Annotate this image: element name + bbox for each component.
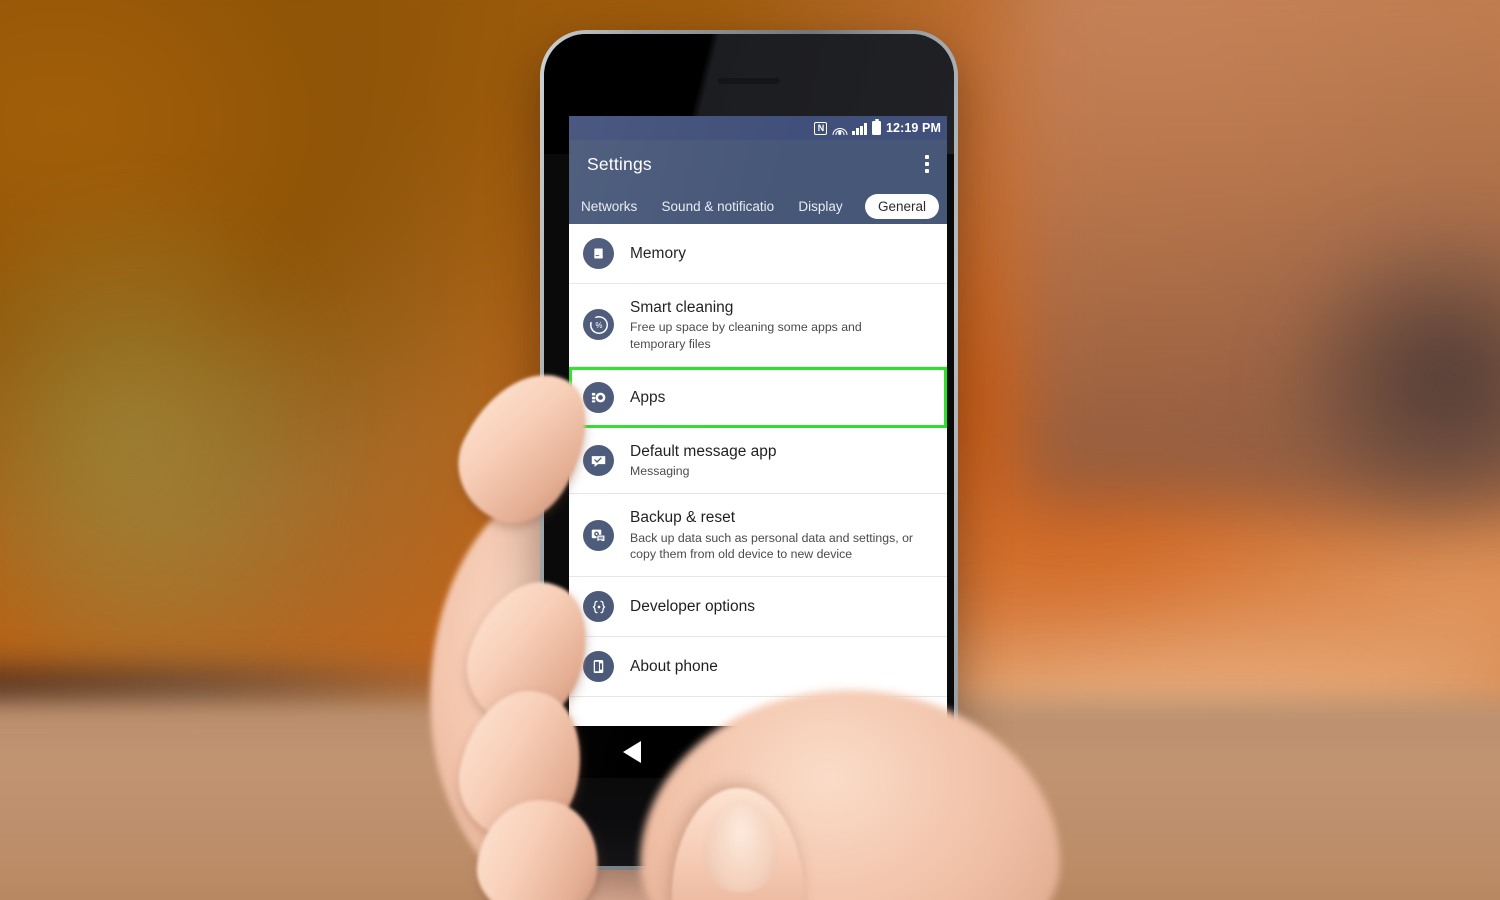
background-left-wall bbox=[0, 180, 340, 700]
scene: N 12:19 PM Settings Networks Sound & not… bbox=[0, 0, 1500, 900]
status-bar-clock: 12:19 PM bbox=[886, 121, 941, 135]
list-item-text: Developer options bbox=[630, 597, 755, 616]
list-item-about-phone[interactable]: About phone bbox=[569, 637, 947, 698]
list-item-title: Apps bbox=[630, 388, 666, 406]
list-item-text: About phone bbox=[630, 657, 718, 676]
list-item-text: Backup & reset Back up data such as pers… bbox=[630, 508, 915, 562]
apps-icon bbox=[583, 381, 614, 413]
back-triangle-icon[interactable] bbox=[597, 732, 667, 772]
memory-chip-icon bbox=[583, 238, 614, 269]
tab-networks[interactable]: Networks bbox=[579, 196, 639, 217]
tab-sound-notification[interactable]: Sound & notificatio bbox=[660, 196, 777, 217]
backup-restore-icon bbox=[583, 519, 614, 551]
status-bar: N 12:19 PM bbox=[569, 116, 947, 140]
earpiece-speaker bbox=[718, 78, 780, 84]
list-item-title: About phone bbox=[630, 658, 718, 676]
list-item-memory[interactable]: Memory bbox=[569, 224, 947, 284]
list-item-subtitle: Back up data such as personal data and s… bbox=[630, 530, 914, 561]
settings-list: Memory % Smart cleaning Free up space by… bbox=[569, 224, 947, 726]
list-item-title: Memory bbox=[630, 244, 686, 262]
list-item-text: Apps bbox=[630, 388, 665, 407]
list-item-text: Default message app Messaging bbox=[630, 442, 776, 480]
battery-icon bbox=[872, 121, 881, 135]
svg-text:%: % bbox=[595, 321, 602, 330]
phone-screen: N 12:19 PM Settings Networks Sound & not… bbox=[569, 116, 947, 778]
list-item-default-message-app[interactable]: Default message app Messaging bbox=[569, 427, 947, 495]
percent-gauge-icon: % bbox=[583, 309, 614, 341]
list-item-title: Default message app bbox=[630, 442, 777, 460]
tab-general[interactable]: General bbox=[864, 193, 939, 219]
list-item-subtitle: Messaging bbox=[630, 464, 690, 479]
page-title: Settings bbox=[587, 153, 652, 174]
list-item-smart-cleaning[interactable]: % Smart cleaning Free up space by cleani… bbox=[569, 284, 947, 367]
list-item-backup-reset[interactable]: Backup & reset Back up data such as pers… bbox=[569, 494, 947, 578]
list-item-title: Smart cleaning bbox=[630, 299, 734, 316]
list-item-apps[interactable]: Apps bbox=[569, 366, 947, 428]
curly-braces-icon bbox=[583, 591, 614, 623]
list-item-title: Backup & reset bbox=[630, 509, 736, 527]
list-item-developer-options[interactable]: Developer options bbox=[569, 577, 947, 638]
wifi-icon bbox=[832, 122, 848, 135]
list-item-subtitle: Free up space by cleaning some apps and … bbox=[630, 320, 862, 351]
status-bar-icons: N bbox=[814, 121, 881, 135]
tab-bar: Networks Sound & notificatio Display Gen… bbox=[569, 188, 947, 224]
list-item-text: Smart cleaning Free up space by cleaning… bbox=[630, 298, 915, 352]
phone-info-icon bbox=[583, 651, 614, 683]
list-item-title: Developer options bbox=[630, 598, 755, 616]
nfc-icon: N bbox=[814, 121, 828, 135]
signal-icon bbox=[852, 122, 867, 135]
message-envelope-icon bbox=[583, 445, 614, 477]
app-bar: Settings bbox=[569, 140, 947, 188]
overflow-menu-icon[interactable] bbox=[921, 149, 933, 179]
tab-display[interactable]: Display bbox=[796, 196, 844, 217]
list-item-text: Memory bbox=[630, 244, 686, 263]
